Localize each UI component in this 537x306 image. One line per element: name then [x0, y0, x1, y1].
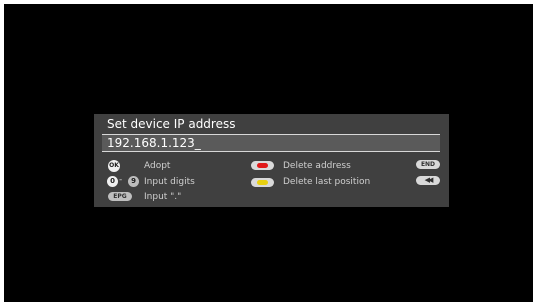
rewind-key-icon[interactable]: ◀◀	[416, 176, 440, 185]
digit-range-separator: -	[119, 175, 123, 185]
tv-screen: Set device IP address 192.168.1.123_ OK …	[4, 4, 533, 302]
ip-address-dialog: Set device IP address 192.168.1.123_ OK …	[94, 114, 449, 207]
adopt-label: Adopt	[144, 161, 171, 171]
delete-address-label: Delete address	[283, 161, 351, 171]
delete-last-position-label: Delete last position	[283, 177, 371, 187]
epg-key-icon[interactable]: EPG	[108, 192, 132, 201]
ok-key-icon[interactable]: OK	[108, 160, 120, 172]
ip-address-value: 192.168.1.123_	[107, 136, 201, 150]
digit-nine-icon: 9	[128, 176, 139, 187]
input-dot-label: Input "."	[144, 192, 182, 202]
digit-zero-icon: 0	[107, 176, 118, 187]
yellow-button-icon[interactable]	[251, 178, 274, 187]
text-cursor: _	[194, 136, 201, 150]
dialog-title: Set device IP address	[107, 117, 236, 131]
ip-address-input[interactable]: 192.168.1.123_	[102, 134, 440, 152]
digit-keys-icon: 0 - 9	[107, 175, 145, 188]
red-button-icon[interactable]	[251, 161, 274, 170]
end-key-icon[interactable]: END	[416, 160, 440, 169]
input-digits-label: Input digits	[144, 177, 195, 187]
